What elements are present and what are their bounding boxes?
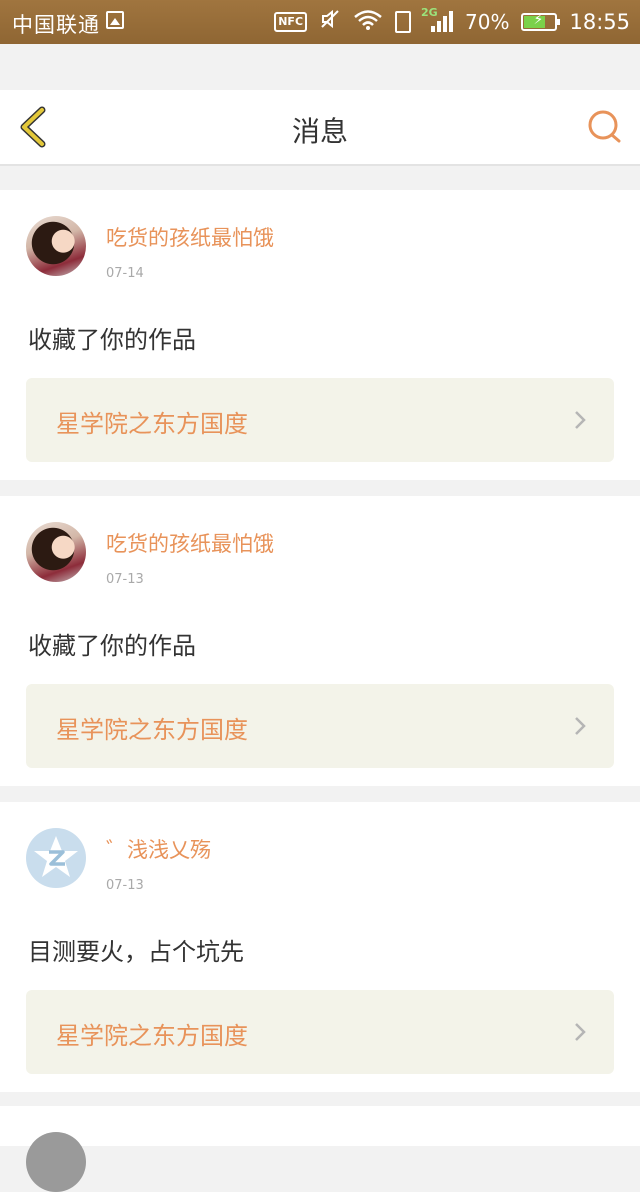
message-date: 07-14 — [106, 266, 144, 281]
wifi-icon — [353, 9, 383, 36]
work-link[interactable]: 星学院之东方国度 — [26, 378, 614, 462]
work-title: 星学院之东方国度 — [56, 410, 248, 438]
chevron-right-icon — [575, 717, 586, 735]
work-link[interactable]: 星学院之东方国度 — [26, 990, 614, 1074]
battery-icon: ⚡ — [521, 12, 561, 31]
image-notification-icon — [106, 11, 124, 29]
status-bar: 中国联通 NFC 2G 70% ⚡ 18:55 — [0, 0, 640, 44]
top-navigation-bar: 消息 — [0, 90, 640, 166]
work-title: 星学院之东方国度 — [56, 1022, 248, 1050]
user-avatar[interactable] — [26, 522, 86, 582]
work-link[interactable]: 星学院之东方国度 — [26, 684, 614, 768]
message-date: 07-13 — [106, 572, 144, 587]
signal-strength-icon: 2G — [421, 6, 454, 34]
sim-card-icon — [395, 11, 412, 33]
user-avatar[interactable] — [26, 828, 86, 888]
message-card: ゛浅浅乂殇 07-13 目测要火，占个坑先 星学院之东方国度 — [0, 802, 640, 1092]
sender-name[interactable]: 吃货的孩纸最怕饿 — [106, 528, 274, 558]
carrier-name: 中国联通 — [12, 13, 100, 37]
battery-percent: 70% — [465, 10, 510, 34]
message-card: 吃货的孩纸最怕饿 07-14 收藏了你的作品 星学院之东方国度 — [0, 190, 640, 480]
nfc-icon: NFC — [274, 12, 308, 32]
message-text: 收藏了你的作品 — [28, 326, 196, 354]
user-avatar[interactable] — [26, 1132, 86, 1192]
message-text: 收藏了你的作品 — [28, 632, 196, 660]
mute-icon — [319, 8, 341, 36]
sender-name[interactable]: 吃货的孩纸最怕饿 — [106, 222, 274, 252]
chevron-right-icon — [575, 411, 586, 429]
message-card: 吃货的孩纸最怕饿 07-13 收藏了你的作品 星学院之东方国度 — [0, 496, 640, 786]
chevron-right-icon — [575, 1023, 586, 1041]
clock: 18:55 — [569, 10, 630, 34]
user-avatar[interactable] — [26, 216, 86, 276]
message-card-partial — [0, 1106, 640, 1192]
qq-default-avatar-icon — [34, 836, 78, 877]
page-title: 消息 — [291, 115, 348, 148]
sender-name[interactable]: ゛浅浅乂殇 — [106, 834, 211, 864]
message-text: 目测要火，占个坑先 — [28, 938, 244, 966]
search-icon[interactable] — [586, 108, 622, 144]
message-date: 07-13 — [106, 878, 144, 893]
work-title: 星学院之东方国度 — [56, 716, 248, 744]
status-icons: NFC 2G 70% ⚡ 18:55 — [274, 0, 630, 44]
